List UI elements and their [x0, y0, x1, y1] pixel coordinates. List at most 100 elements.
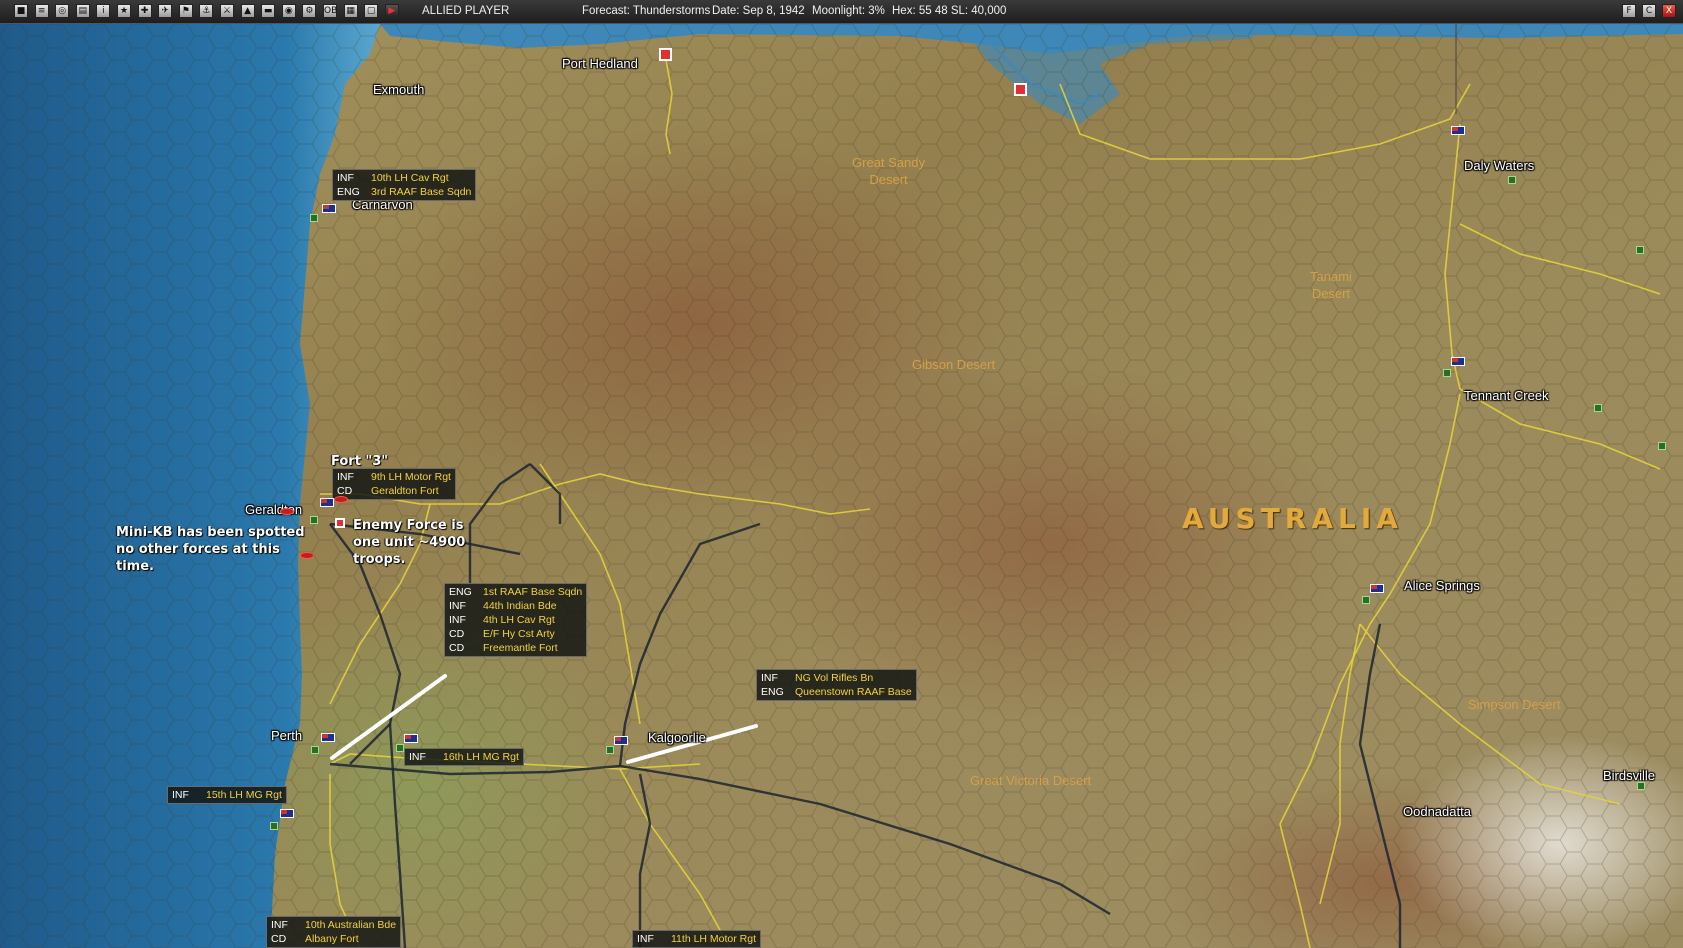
unit-list-kalgoorlie[interactable]: INF NG Vol Rifles Bn ENG Queenstown RAAF Ba… — [756, 669, 917, 701]
unit-type: INF — [449, 614, 466, 626]
place-kalgoorlie: Kalgoorlie — [648, 730, 706, 745]
allied-unit-flag-icon[interactable] — [322, 204, 336, 213]
ground-icon[interactable]: ✚ — [137, 4, 152, 18]
screen-icon[interactable]: ▢ — [364, 4, 379, 18]
enemy-ship-icon[interactable] — [334, 496, 348, 503]
allied-unit-flag-icon[interactable] — [1451, 126, 1465, 135]
enemy-ship-icon[interactable] — [300, 552, 314, 559]
close-button[interactable]: X — [1662, 4, 1676, 18]
end-turn-icon[interactable]: ▶ — [384, 4, 399, 18]
base-icon[interactable] — [606, 746, 614, 754]
unit-row[interactable]: INF 11th LH Motor Rgt — [637, 932, 756, 946]
place-exmouth: Exmouth — [373, 82, 425, 97]
desert-simpson: Simpson Desert — [1468, 697, 1561, 712]
enemy-base-icon[interactable] — [1014, 83, 1027, 96]
base-icon[interactable] — [311, 746, 319, 754]
unit-type: ENG — [761, 686, 784, 698]
allied-unit-flag-icon[interactable] — [1451, 357, 1465, 366]
unit-type: INF — [637, 933, 654, 945]
unit-name: 9th LH Motor Rgt — [371, 471, 451, 483]
unit-type: INF — [271, 919, 288, 931]
unit-row[interactable]: INF 15th LH MG Rgt — [172, 788, 282, 802]
intel-icon[interactable]: ◎ — [55, 4, 70, 18]
enemy-ship-icon[interactable] — [280, 508, 294, 515]
flag-icon[interactable]: ⚑ — [178, 4, 193, 18]
allied-unit-flag-icon[interactable] — [614, 736, 628, 745]
base-icon[interactable] — [1443, 369, 1451, 377]
fullscreen-button[interactable]: F — [1622, 4, 1636, 18]
base-icon[interactable] — [1362, 596, 1370, 604]
unit-type: ENG — [449, 586, 472, 598]
enemy-base-icon[interactable] — [659, 48, 672, 61]
unit-row[interactable]: INF 4th LH Cav Rgt — [449, 613, 582, 627]
base-icon[interactable] — [1508, 176, 1516, 184]
ob-icon[interactable]: OB — [323, 4, 337, 18]
info-icon[interactable]: i — [96, 4, 111, 18]
unit-row[interactable]: ENG 3rd RAAF Base Sqdn — [337, 185, 471, 199]
allied-unit-flag-icon[interactable] — [404, 734, 418, 743]
unit-name: 15th LH MG Rgt — [206, 789, 282, 801]
unit-list-carnarvon[interactable]: INF 10th LH Cav Rgt ENG 3rd RAAF Base Sqdn — [332, 169, 477, 201]
grid-icon[interactable]: ▦ — [343, 4, 358, 18]
unit-list-geraldton[interactable]: INF 9th LH Motor Rgt CD Geraldton Fort — [332, 468, 456, 500]
save-icon[interactable]: ■ — [14, 4, 28, 18]
enemy-unit-icon[interactable] — [335, 518, 345, 528]
allied-unit-flag-icon[interactable] — [321, 733, 335, 742]
place-oodnadatta: Oodnadatta — [1403, 804, 1471, 819]
unit-row[interactable]: INF 44th Indian Bde — [449, 599, 582, 613]
forecast-label: Forecast: Thunderstorms — [582, 5, 711, 17]
allied-unit-flag-icon[interactable] — [280, 809, 294, 818]
globe-icon[interactable]: ◉ — [281, 4, 296, 18]
unit-row[interactable]: INF 10th LH Cav Rgt — [337, 171, 471, 185]
settings-icon[interactable]: ⚙ — [302, 4, 317, 18]
bridge-icon[interactable]: ▬ — [261, 4, 276, 18]
unit-row[interactable]: INF NG Vol Rifles Bn — [761, 671, 912, 685]
unit-name: 4th LH Cav Rgt — [483, 614, 555, 626]
unit-row[interactable]: ENG 1st RAAF Base Sqdn — [449, 585, 582, 599]
unit-type: INF — [761, 672, 778, 684]
unit-row[interactable]: INF 9th LH Motor Rgt — [337, 470, 451, 484]
unit-row[interactable]: INF 10th Australian Bde — [271, 918, 396, 932]
unit-row[interactable]: INF 16th LH MG Rgt — [409, 750, 519, 764]
combat-icon[interactable]: ⚔ — [220, 4, 234, 18]
supply-icon[interactable]: ▲ — [240, 4, 255, 18]
unit-row[interactable]: CD Freemantle Fort — [449, 641, 582, 655]
player-label: ALLIED PLAYER — [422, 5, 510, 17]
unit-row[interactable]: CD Albany Fort — [271, 932, 396, 946]
unit-type: INF — [337, 471, 354, 483]
unit-list-albany[interactable]: INF 10th Australian Bde CD Albany Fort — [266, 916, 402, 948]
map-view[interactable]: Port Hedland Exmouth Carnarvon Geraldton… — [0, 24, 1683, 948]
unit-list-perth[interactable]: ENG 1st RAAF Base Sqdn INF 44th Indian Bde I… — [444, 583, 588, 657]
base-icon[interactable] — [1637, 782, 1645, 790]
unit-name: 16th LH MG Rgt — [443, 751, 519, 763]
unit-name: Albany Fort — [305, 933, 359, 945]
report-icon[interactable]: ≡ — [34, 4, 49, 18]
base-icon[interactable] — [270, 822, 278, 830]
unit-list-bunbury[interactable]: INF 15th LH MG Rgt — [167, 786, 287, 804]
unit-list-south[interactable]: INF 11th LH Motor Rgt — [632, 930, 762, 948]
unit-name: E/F Hy Cst Arty — [483, 628, 555, 640]
center-button[interactable]: C — [1642, 4, 1656, 18]
place-alice-springs: Alice Springs — [1404, 578, 1480, 593]
unit-row[interactable]: CD E/F Hy Cst Arty — [449, 627, 582, 641]
place-tennant-creek: Tennant Creek — [1464, 388, 1549, 403]
list-icon[interactable]: ▤ — [75, 4, 90, 18]
place-birdsville: Birdsville — [1603, 768, 1656, 783]
star-icon[interactable]: ★ — [117, 4, 131, 18]
base-icon[interactable] — [1658, 442, 1666, 450]
base-icon[interactable] — [396, 744, 404, 752]
desert-tanami: Tanami Desert — [1310, 269, 1352, 301]
base-icon[interactable] — [1636, 246, 1644, 254]
unit-row[interactable]: CD Geraldton Fort — [337, 484, 451, 498]
base-icon[interactable] — [1594, 404, 1602, 412]
unit-row[interactable]: ENG Queenstown RAAF Base — [761, 685, 912, 699]
air-icon[interactable]: ✈ — [158, 4, 173, 18]
base-icon[interactable] — [310, 214, 318, 222]
unit-name: 1st RAAF Base Sqdn — [483, 586, 583, 598]
base-icon[interactable] — [310, 516, 318, 524]
unit-list-east-perth[interactable]: INF 16th LH MG Rgt — [404, 748, 524, 766]
allied-unit-flag-icon[interactable] — [1370, 584, 1384, 593]
naval-icon[interactable]: ⚓ — [199, 4, 214, 18]
unit-name: Geraldton Fort — [371, 485, 439, 497]
allied-unit-flag-icon[interactable] — [320, 498, 334, 507]
